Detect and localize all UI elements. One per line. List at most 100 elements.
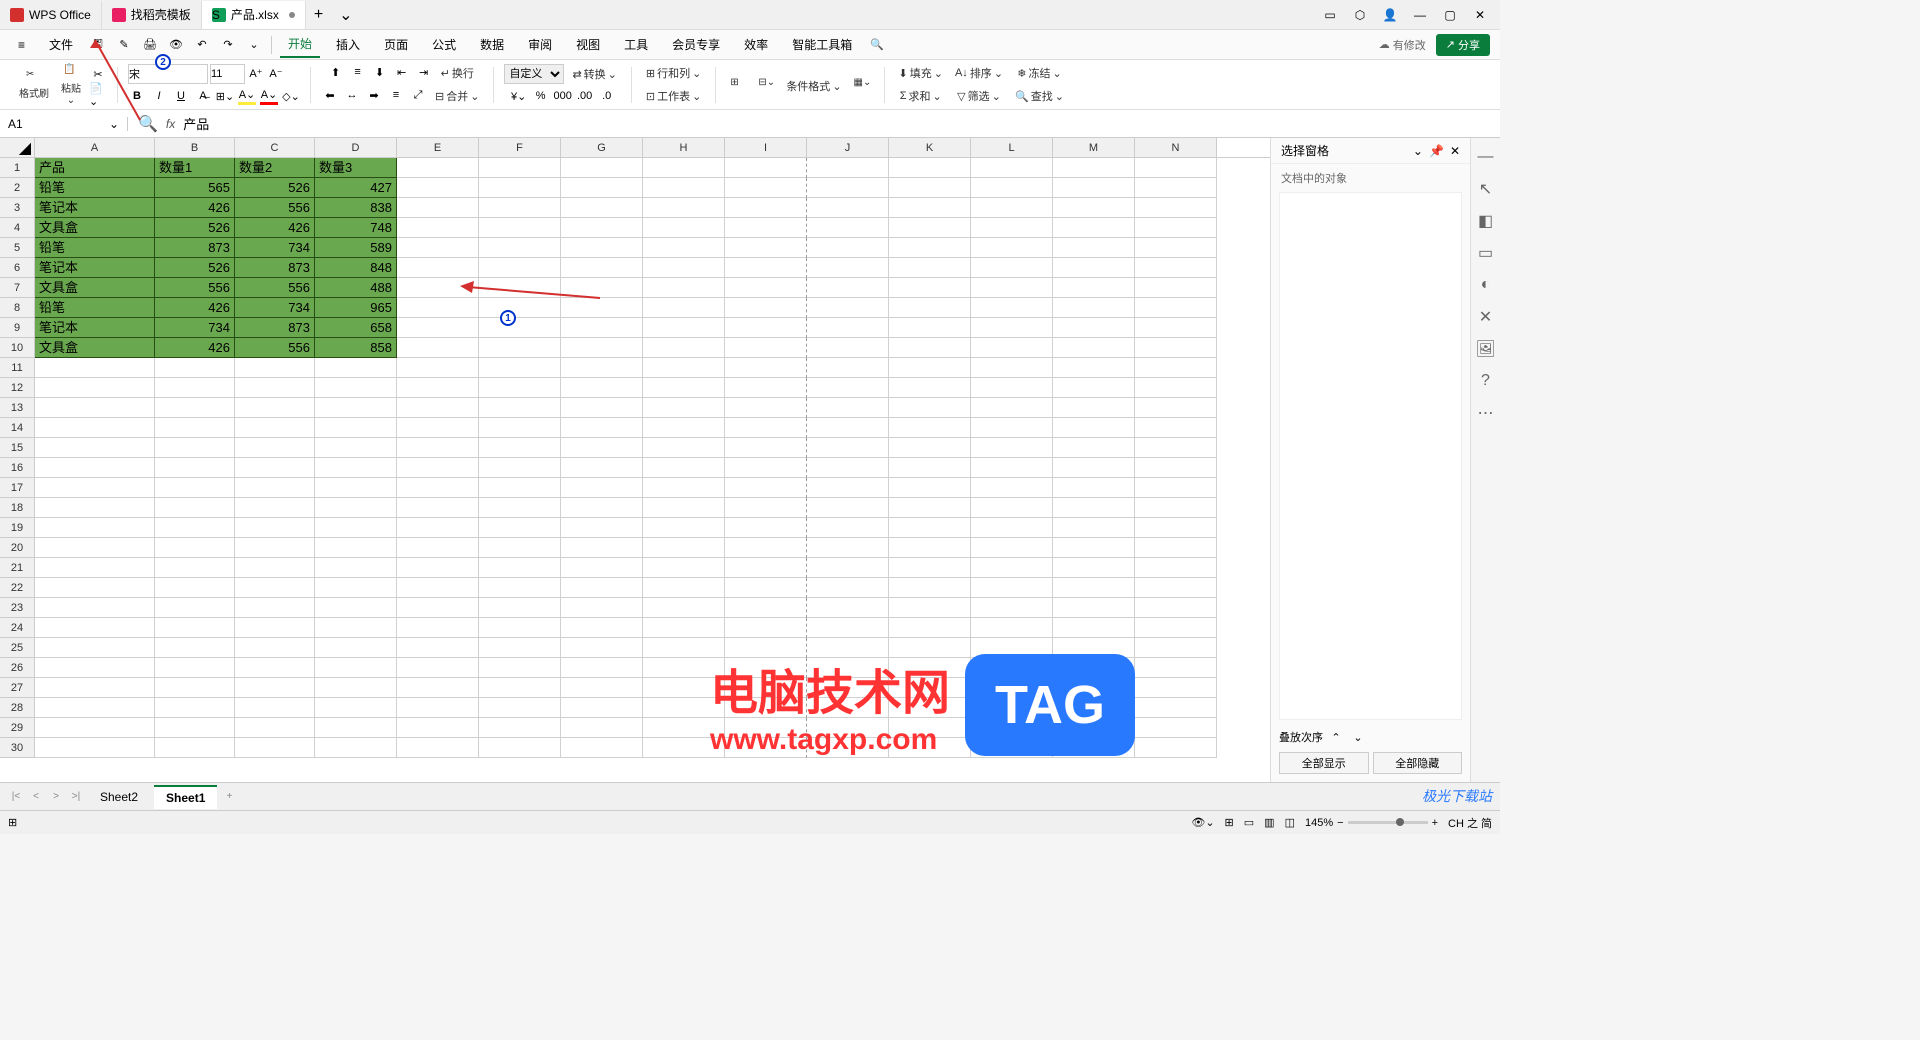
cell-N10[interactable] — [1135, 338, 1217, 358]
col-header-A[interactable]: A — [35, 138, 155, 157]
cell-D13[interactable] — [315, 398, 397, 418]
cell-K20[interactable] — [889, 538, 971, 558]
cell-A24[interactable] — [35, 618, 155, 638]
cell-L3[interactable] — [971, 198, 1053, 218]
cell-I16[interactable] — [725, 458, 807, 478]
cell-K9[interactable] — [889, 318, 971, 338]
move-down-icon[interactable]: ⌄ — [1349, 728, 1367, 746]
cell-A19[interactable] — [35, 518, 155, 538]
dec-increase-icon[interactable]: .00 — [576, 87, 594, 105]
cell-E15[interactable] — [397, 438, 479, 458]
increase-font-icon[interactable]: A⁺ — [247, 64, 265, 82]
cell-N30[interactable] — [1135, 738, 1217, 758]
cell-C23[interactable] — [235, 598, 315, 618]
cell-F14[interactable] — [479, 418, 561, 438]
worksheet-button[interactable]: ⊡ 工作表⌄ — [642, 86, 705, 106]
row-header-9[interactable]: 9 — [0, 318, 35, 338]
cell-H29[interactable] — [643, 718, 725, 738]
cell-L19[interactable] — [971, 518, 1053, 538]
cell-M15[interactable] — [1053, 438, 1135, 458]
cell-H6[interactable] — [643, 258, 725, 278]
row-header-30[interactable]: 30 — [0, 738, 35, 758]
row-header-27[interactable]: 27 — [0, 678, 35, 698]
cell-B25[interactable] — [155, 638, 235, 658]
cell-J27[interactable] — [807, 678, 889, 698]
currency-icon[interactable]: ¥⌄ — [510, 87, 528, 105]
cell-E23[interactable] — [397, 598, 479, 618]
cell-K24[interactable] — [889, 618, 971, 638]
cell-B26[interactable] — [155, 658, 235, 678]
col-header-G[interactable]: G — [561, 138, 643, 157]
cell-E7[interactable] — [397, 278, 479, 298]
cell-N14[interactable] — [1135, 418, 1217, 438]
cell-J20[interactable] — [807, 538, 889, 558]
cell-C18[interactable] — [235, 498, 315, 518]
cell-E9[interactable] — [397, 318, 479, 338]
cell-E16[interactable] — [397, 458, 479, 478]
cell-G9[interactable] — [561, 318, 643, 338]
cell-L20[interactable] — [971, 538, 1053, 558]
cell-G26[interactable] — [561, 658, 643, 678]
cell-F11[interactable] — [479, 358, 561, 378]
cell-E20[interactable] — [397, 538, 479, 558]
cell-A8[interactable]: 铅笔 — [35, 298, 155, 318]
cell-A16[interactable] — [35, 458, 155, 478]
cell-L1[interactable] — [971, 158, 1053, 178]
cell-M17[interactable] — [1053, 478, 1135, 498]
cell-I5[interactable] — [725, 238, 807, 258]
show-all-button[interactable]: 全部显示 — [1279, 752, 1369, 774]
cell-K11[interactable] — [889, 358, 971, 378]
sheet-tab-sheet1[interactable]: Sheet1 — [154, 785, 217, 809]
cell-F21[interactable] — [479, 558, 561, 578]
cell-G1[interactable] — [561, 158, 643, 178]
cell-G11[interactable] — [561, 358, 643, 378]
cell-J11[interactable] — [807, 358, 889, 378]
cell-E24[interactable] — [397, 618, 479, 638]
cell-H5[interactable] — [643, 238, 725, 258]
cell-G3[interactable] — [561, 198, 643, 218]
cell-L29[interactable] — [971, 718, 1053, 738]
italic-button[interactable]: I — [150, 87, 168, 105]
cell-M18[interactable] — [1053, 498, 1135, 518]
cell-A20[interactable] — [35, 538, 155, 558]
cell-I2[interactable] — [725, 178, 807, 198]
cell-H25[interactable] — [643, 638, 725, 658]
menu-efficiency[interactable]: 效率 — [736, 32, 776, 57]
cell-C12[interactable] — [235, 378, 315, 398]
cell-E14[interactable] — [397, 418, 479, 438]
row-header-20[interactable]: 20 — [0, 538, 35, 558]
cell-J3[interactable] — [807, 198, 889, 218]
menu-tools[interactable]: 工具 — [616, 32, 656, 57]
cell-M26[interactable] — [1053, 658, 1135, 678]
cell-C30[interactable] — [235, 738, 315, 758]
cell-I24[interactable] — [725, 618, 807, 638]
cell-B8[interactable]: 426 — [155, 298, 235, 318]
tab-template[interactable]: 找稻壳模板 — [102, 1, 202, 29]
cell-F25[interactable] — [479, 638, 561, 658]
cell-F8[interactable] — [479, 298, 561, 318]
cell-L13[interactable] — [971, 398, 1053, 418]
help-icon[interactable]: ? — [1477, 372, 1495, 390]
cell-C19[interactable] — [235, 518, 315, 538]
cell-A12[interactable] — [35, 378, 155, 398]
cell-J18[interactable] — [807, 498, 889, 518]
cell-I21[interactable] — [725, 558, 807, 578]
cell-J22[interactable] — [807, 578, 889, 598]
menu-formula[interactable]: 公式 — [424, 32, 464, 57]
cell-M13[interactable] — [1053, 398, 1135, 418]
cell-I20[interactable] — [725, 538, 807, 558]
cell-F16[interactable] — [479, 458, 561, 478]
cell-H24[interactable] — [643, 618, 725, 638]
cell-B15[interactable] — [155, 438, 235, 458]
chevron-down-icon[interactable]: ⌄ — [1413, 144, 1423, 158]
cell-H16[interactable] — [643, 458, 725, 478]
cell-K1[interactable] — [889, 158, 971, 178]
redo-icon[interactable]: ↷ — [219, 36, 237, 54]
cell-N13[interactable] — [1135, 398, 1217, 418]
cell-H14[interactable] — [643, 418, 725, 438]
cell-A4[interactable]: 文具盒 — [35, 218, 155, 238]
cell-C2[interactable]: 526 — [235, 178, 315, 198]
cell-A26[interactable] — [35, 658, 155, 678]
cell-M7[interactable] — [1053, 278, 1135, 298]
border-button[interactable]: ⊞⌄ — [216, 87, 234, 105]
